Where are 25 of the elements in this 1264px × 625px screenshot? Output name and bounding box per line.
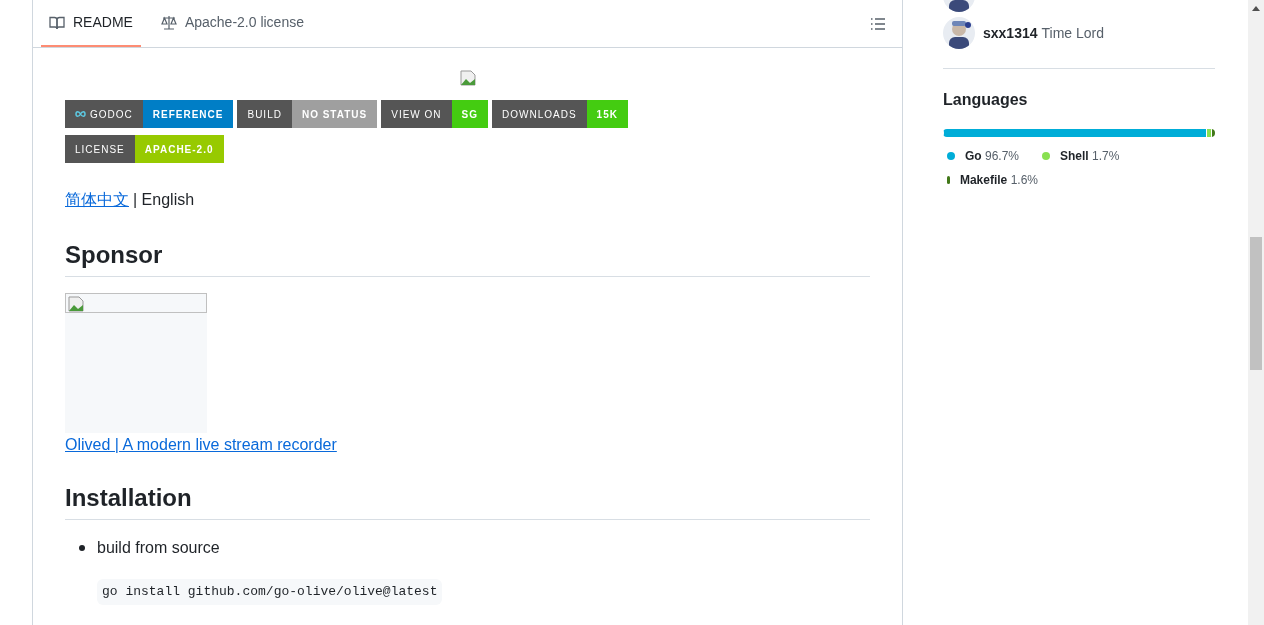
scale-icon: [160, 14, 177, 31]
bullet-icon: [79, 545, 85, 551]
code-block: go install github.com/go-olive/olive@latest: [97, 579, 443, 605]
scroll-up-icon[interactable]: [1252, 6, 1260, 11]
section-heading: Installation: [65, 483, 870, 520]
language-label: | English: [133, 190, 195, 210]
language-label[interactable]: Makefile 1.6%: [959, 171, 1038, 189]
list-icon[interactable]: [870, 15, 886, 32]
language-label[interactable]: Shell 1.7%: [1060, 147, 1120, 165]
scrollbar[interactable]: [1248, 0, 1264, 625]
book-icon: [49, 14, 65, 31]
tab[interactable]: README: [41, 0, 141, 47]
tab[interactable]: Apache-2.0 license: [152, 0, 312, 47]
infinity-icon: [75, 111, 86, 117]
scrollbar-thumb[interactable]: [1250, 237, 1262, 370]
broken-image-icon: [68, 296, 84, 312]
language-link[interactable]: 简体中文: [65, 188, 129, 212]
contributor-title: Time Lord: [1041, 23, 1105, 43]
list-item-text: build from source: [97, 538, 220, 558]
language-label[interactable]: Go 96.7%: [965, 147, 1020, 165]
section-heading: Sponsor: [65, 240, 870, 277]
broken-image-icon: [459, 70, 476, 86]
languages-heading: Languages: [943, 90, 1029, 110]
contributor-name[interactable]: sxx1314: [983, 22, 1038, 44]
sponsor-link[interactable]: Olived | A modern live stream recorder: [65, 433, 337, 457]
